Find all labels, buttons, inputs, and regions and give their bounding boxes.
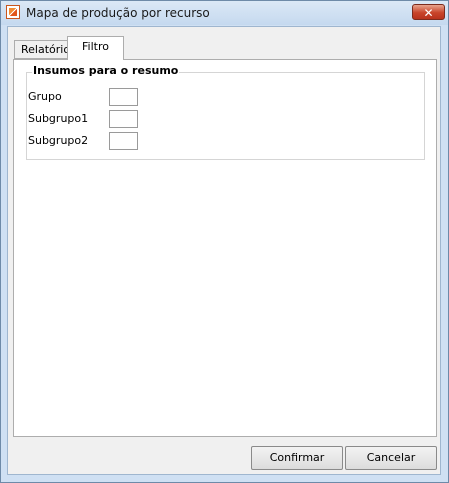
- groupbox-title: Insumos para o resumo: [32, 64, 180, 77]
- close-icon: ✕: [423, 6, 434, 20]
- dialog-client-area: Relatório Filtro Insumos para o resumo G…: [7, 26, 441, 475]
- subgrupo2-label: Subgrupo2: [28, 134, 89, 147]
- close-button[interactable]: ✕: [412, 4, 445, 20]
- tab-filtro[interactable]: Filtro: [67, 36, 124, 60]
- filter-tab-panel: Insumos para o resumo Grupo Subgrupo1 Su…: [13, 59, 437, 437]
- window-title: Mapa de produção por recurso: [26, 6, 210, 20]
- cancel-button[interactable]: Cancelar: [345, 446, 437, 470]
- title-bar[interactable]: Mapa de produção por recurso ✕: [1, 1, 448, 25]
- window: Mapa de produção por recurso ✕ Relatório…: [0, 0, 449, 483]
- subgrupo1-input[interactable]: [109, 110, 138, 128]
- confirm-button[interactable]: Confirmar: [251, 446, 343, 470]
- app-icon: [6, 5, 20, 19]
- tab-relatorio[interactable]: Relatório: [14, 40, 70, 59]
- subgrupo1-label: Subgrupo1: [28, 112, 89, 125]
- subgrupo2-input[interactable]: [109, 132, 138, 150]
- grupo-input[interactable]: [109, 88, 138, 106]
- grupo-label: Grupo: [28, 90, 62, 103]
